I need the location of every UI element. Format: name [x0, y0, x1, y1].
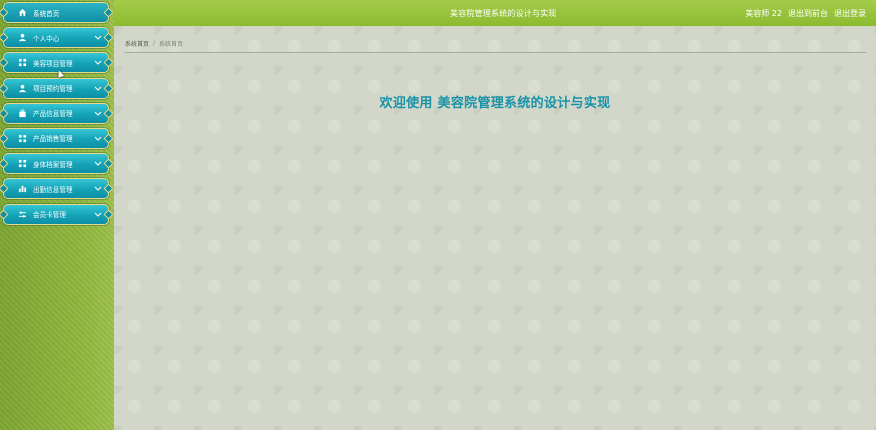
user-icon — [18, 33, 27, 42]
sidebar-item-label: 系统首页 — [33, 9, 60, 18]
chevron-down-icon — [94, 58, 102, 66]
box-icon — [18, 109, 27, 118]
chevron-down-icon — [94, 109, 102, 117]
home-icon — [18, 8, 27, 17]
chart-icon — [18, 184, 27, 193]
sidebar-item-body-records[interactable]: 身体档案管理 — [3, 153, 109, 175]
logout-link[interactable]: 退出登录 — [834, 8, 866, 19]
sidebar: 系统首页 个人中心 美容项目管理 项目预约管理 产品信息管理 产品销售管理 身体… — [0, 0, 114, 430]
chevron-down-icon — [94, 33, 102, 41]
back-to-frontend-link[interactable]: 退出到前台 — [788, 8, 828, 19]
welcome-heading: 欢迎使用 美容院管理系统的设计与实现 — [379, 96, 611, 111]
app-title: 美容院管理系统的设计与实现 — [450, 9, 557, 18]
sidebar-item-product-sales[interactable]: 产品销售管理 — [3, 127, 109, 149]
grid-icon — [18, 134, 27, 143]
sidebar-item-label: 产品信息管理 — [33, 110, 73, 119]
grid-icon — [18, 159, 27, 168]
breadcrumb: 系统首页 / 系统首页 — [125, 39, 183, 48]
main-content: 系统首页 / 系统首页 欢迎使用 美容院管理系统的设计与实现 — [114, 26, 876, 430]
chevron-down-icon — [94, 84, 102, 92]
top-header: 美容院管理系统的设计与实现 美容师 22 退出到前台 退出登录 — [114, 0, 876, 26]
sidebar-item-label: 出勤信息管理 — [33, 185, 73, 194]
grid-icon — [18, 58, 27, 67]
header-user-actions: 美容师 22 退出到前台 退出登录 — [745, 8, 866, 19]
sidebar-item-member-cards[interactable]: 会员卡管理 — [3, 203, 109, 225]
sidebar-item-personal-center[interactable]: 个人中心 — [3, 27, 109, 49]
chevron-down-icon — [94, 134, 102, 142]
sliders-icon — [18, 210, 27, 219]
breadcrumb-current: 系统首页 — [159, 41, 184, 48]
user-info: 美容师 22 — [745, 9, 782, 18]
sidebar-item-product-info[interactable]: 产品信息管理 — [3, 102, 109, 124]
sidebar-item-label: 产品销售管理 — [33, 135, 73, 144]
sidebar-menu: 系统首页 个人中心 美容项目管理 项目预约管理 产品信息管理 产品销售管理 身体… — [3, 2, 109, 229]
sidebar-item-label: 会员卡管理 — [33, 211, 66, 219]
breadcrumb-separator: / — [153, 40, 156, 47]
chevron-down-icon — [94, 210, 102, 218]
sidebar-item-label: 美容项目管理 — [33, 59, 73, 68]
sidebar-item-label: 项目预约管理 — [33, 85, 73, 94]
sidebar-item-appointments[interactable]: 项目预约管理 — [3, 77, 109, 99]
breadcrumb-home[interactable]: 系统首页 — [125, 39, 149, 48]
sidebar-item-attendance[interactable]: 出勤信息管理 — [3, 178, 109, 200]
user-icon — [18, 84, 27, 93]
sidebar-item-label: 个人中心 — [33, 34, 60, 43]
chevron-down-icon — [94, 184, 102, 192]
breadcrumb-divider — [124, 52, 866, 53]
sidebar-item-label: 身体档案管理 — [33, 160, 73, 169]
sidebar-item-home[interactable]: 系统首页 — [3, 2, 109, 23]
chevron-down-icon — [94, 159, 102, 167]
